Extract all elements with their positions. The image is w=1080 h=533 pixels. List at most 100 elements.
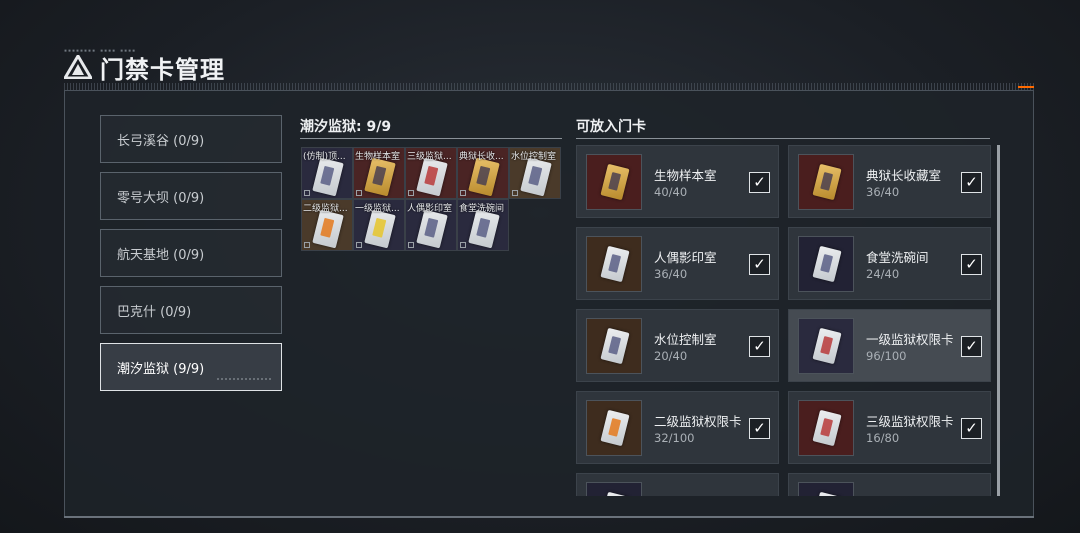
keycard-count: 24/40 [866, 267, 900, 281]
available-keycard-item[interactable]: 典狱长收藏室 36/40 ✓ [788, 145, 991, 218]
available-section-rule [576, 138, 990, 139]
available-keycard-item[interactable]: (仿制)一级监狱 [788, 473, 991, 496]
keycard-thumbnail [798, 482, 854, 496]
slot-lock-icon [460, 242, 466, 248]
keycard-name: 典狱长收藏室 [866, 168, 942, 183]
available-keycard-item[interactable]: 三级监狱权限卡 16/80 ✓ [788, 391, 991, 464]
keycard-image [520, 157, 552, 197]
keycard-checkbox[interactable]: ✓ [961, 336, 982, 357]
available-keycard-item[interactable]: 食堂洗碗间 24/40 ✓ [788, 227, 991, 300]
region-label: 巴克什 (0/9) [117, 304, 192, 320]
keycard-count: 32/100 [654, 431, 695, 445]
keycard-image [600, 409, 630, 447]
slot-label: (仿制)顶... [303, 152, 346, 162]
available-keycard-item[interactable]: 二级监狱权限卡 32/100 ✓ [576, 391, 779, 464]
keycard-name: 生物样本室 [654, 168, 717, 183]
keycard-count: 36/40 [866, 185, 900, 199]
scrollbar-thumb[interactable] [997, 145, 1000, 496]
available-keycard-item[interactable]: 人偶影印室 36/40 ✓ [576, 227, 779, 300]
keycard-thumbnail [586, 318, 642, 374]
region-tab-dam[interactable]: 零号大坝 (0/9) [100, 172, 282, 220]
slot-lock-icon [460, 190, 466, 196]
keycard-slot[interactable]: 生物样本室 [353, 147, 405, 199]
region-tab-space-base[interactable]: 航天基地 (0/9) [100, 229, 282, 277]
keycard-thumbnail [586, 236, 642, 292]
keycard-image [468, 209, 500, 249]
keycard-count: 40/40 [654, 185, 688, 199]
keycard-slot[interactable]: 水位控制室 [509, 147, 561, 199]
selected-deco [217, 378, 271, 380]
keycard-image [312, 157, 344, 197]
keycard-image [812, 163, 842, 201]
keycard-slot[interactable]: 食堂洗碗间 [457, 199, 509, 251]
keycard-slot-grid: (仿制)顶... 生物样本室 三级监狱... 典狱长收... 水位控制室二级监狱... 一… [301, 147, 563, 251]
keycard-image [468, 157, 500, 197]
slot-label: 一级监狱... [355, 204, 400, 214]
slots-section-title: 潮汐监狱: 9/9 [300, 119, 392, 135]
keycard-slot[interactable]: 典狱长收... [457, 147, 509, 199]
keycard-count: 36/40 [654, 267, 688, 281]
keycard-image [364, 157, 396, 197]
keycard-thumbnail [798, 236, 854, 292]
available-card-list: 生物样本室 40/40 ✓ 典狱长收藏室 36/40 ✓ 人偶影印室 36/40 ✓ 食堂洗碗间 2… [576, 145, 992, 496]
keycard-checkbox[interactable]: ✓ [749, 418, 770, 439]
keycard-checkbox[interactable]: ✓ [749, 336, 770, 357]
keycard-checkbox[interactable]: ✓ [749, 172, 770, 193]
keycard-name: 水位控制室 [654, 332, 717, 347]
available-keycard-item[interactable]: 生物样本室 40/40 ✓ [576, 145, 779, 218]
keycard-image [416, 157, 448, 197]
keycard-image [600, 327, 630, 365]
keycard-thumbnail [798, 400, 854, 456]
region-tab-tide-prison[interactable]: 潮汐监狱 (9/9) [100, 343, 282, 391]
slot-label: 三级监狱... [407, 152, 452, 162]
slot-label: 人偶影印室 [407, 204, 453, 214]
region-list: 长弓溪谷 (0/9) 零号大坝 (0/9) 航天基地 (0/9) 巴克什 (0/… [100, 115, 282, 400]
slot-lock-icon [408, 190, 414, 196]
region-label: 航天基地 (0/9) [117, 247, 205, 263]
keycard-image [812, 245, 842, 283]
page-title: 门禁卡管理 [100, 55, 225, 84]
keycard-image [812, 327, 842, 365]
keycard-slot[interactable]: 一级监狱... [353, 199, 405, 251]
slot-label: 生物样本室 [355, 152, 401, 162]
keycard-name: 一级监狱权限卡 [866, 332, 954, 347]
keycard-checkbox[interactable]: ✓ [961, 172, 982, 193]
slot-lock-icon [304, 190, 310, 196]
keycard-slot[interactable]: 人偶影印室 [405, 199, 457, 251]
panel-bottom-edge [64, 516, 1034, 518]
region-tab-changgong[interactable]: 长弓溪谷 (0/9) [100, 115, 282, 163]
available-keycard-item[interactable]: 水位控制室 20/40 ✓ [576, 309, 779, 382]
keycard-image [812, 409, 842, 447]
keycard-checkbox[interactable]: ✓ [749, 254, 770, 275]
slots-section-rule [300, 138, 562, 139]
keycard-name: 食堂洗碗间 [866, 250, 929, 265]
keycard-checkbox[interactable]: ✓ [961, 418, 982, 439]
keycard-checkbox[interactable]: ✓ [961, 254, 982, 275]
keycard-count: 96/100 [866, 349, 907, 363]
keycard-image [312, 209, 344, 249]
region-tab-bakesh[interactable]: 巴克什 (0/9) [100, 286, 282, 334]
keycard-slot[interactable]: (仿制)顶... [301, 147, 353, 199]
card-row: 人偶影印室 36/40 ✓ 食堂洗碗间 24/40 ✓ [576, 227, 992, 300]
keycard-thumbnail [586, 154, 642, 210]
available-keycard-item[interactable]: 一级监狱权限卡 96/100 ✓ [788, 309, 991, 382]
keycard-image [600, 245, 630, 283]
keycard-name: 二级监狱权限卡 [654, 414, 742, 429]
keycard-name: (仿制)一级监狱 [866, 493, 951, 496]
keycard-image [812, 491, 842, 496]
header-divider [64, 83, 1034, 90]
slot-lock-icon [408, 242, 414, 248]
region-label: 零号大坝 (0/9) [117, 190, 205, 206]
card-row: 水位控制室 20/40 ✓ 一级监狱权限卡 96/100 ✓ [576, 309, 992, 382]
keycard-slot[interactable]: 三级监狱... [405, 147, 457, 199]
keycard-slot[interactable]: 二级监狱... [301, 199, 353, 251]
keycard-image [600, 491, 630, 496]
keycard-image [600, 163, 630, 201]
available-keycard-item[interactable]: (仿制)顶层办公 [576, 473, 779, 496]
keycard-image [416, 209, 448, 249]
slot-lock-icon [512, 190, 518, 196]
header: 门禁卡管理 [64, 52, 225, 84]
keycard-name: 人偶影印室 [654, 250, 717, 265]
card-row: (仿制)顶层办公 (仿制)一级监狱 [576, 473, 992, 496]
keycard-name: 三级监狱权限卡 [866, 414, 954, 429]
